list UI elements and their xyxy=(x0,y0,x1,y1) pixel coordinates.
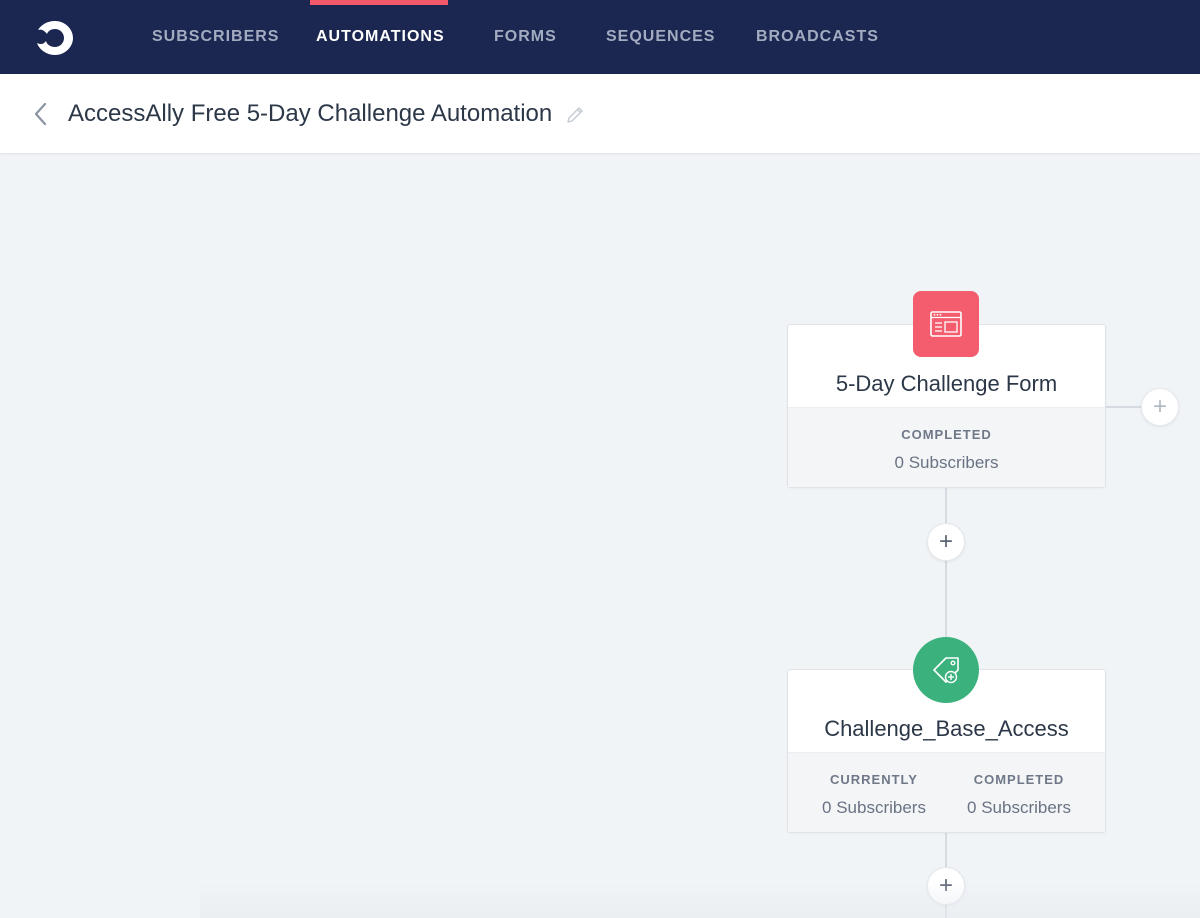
form-icon xyxy=(913,291,979,357)
connector-line-horizontal xyxy=(1106,406,1142,408)
tag-icon xyxy=(913,637,979,703)
nav-subscribers[interactable]: SUBSCRIBERS xyxy=(152,0,279,74)
node-title: Challenge_Base_Access xyxy=(824,716,1069,741)
nav-forms[interactable]: FORMS xyxy=(494,0,557,74)
top-navigation: SUBSCRIBERS AUTOMATIONS FORMS SEQUENCES … xyxy=(0,0,1200,74)
add-step-button[interactable]: + xyxy=(927,523,965,561)
stat-label: COMPLETED xyxy=(973,772,1065,787)
nav-broadcasts[interactable]: BROADCASTS xyxy=(756,0,879,74)
node-stats: CURRENTLY 0 Subscribers COMPLETED 0 Subs… xyxy=(788,752,1105,832)
page-title: AccessAlly Free 5-Day Challenge Automati… xyxy=(68,100,553,127)
chevron-left-icon[interactable] xyxy=(28,99,54,129)
pencil-icon[interactable] xyxy=(564,104,586,126)
connector-line xyxy=(945,832,947,868)
nav-automations[interactable]: AUTOMATIONS xyxy=(316,0,445,74)
connector-line xyxy=(945,560,947,640)
automation-header: AccessAlly Free 5-Day Challenge Automati… xyxy=(0,74,1200,154)
node-stats: COMPLETED 0 Subscribers xyxy=(788,407,1105,487)
add-branch-button[interactable]: + xyxy=(1141,388,1179,426)
stat-label: CURRENTLY xyxy=(830,772,918,787)
convertkit-logo-icon[interactable] xyxy=(31,17,79,59)
stat-value: 0 Subscribers xyxy=(894,453,999,472)
stat-value: 0 Subscribers xyxy=(967,798,1071,817)
canvas-bottom-shadow xyxy=(200,880,1200,918)
stat-label: COMPLETED xyxy=(901,427,992,442)
node-title: 5-Day Challenge Form xyxy=(835,371,1058,396)
stat-value: 0 Subscribers xyxy=(822,798,926,817)
nav-sequences[interactable]: SEQUENCES xyxy=(606,0,715,74)
